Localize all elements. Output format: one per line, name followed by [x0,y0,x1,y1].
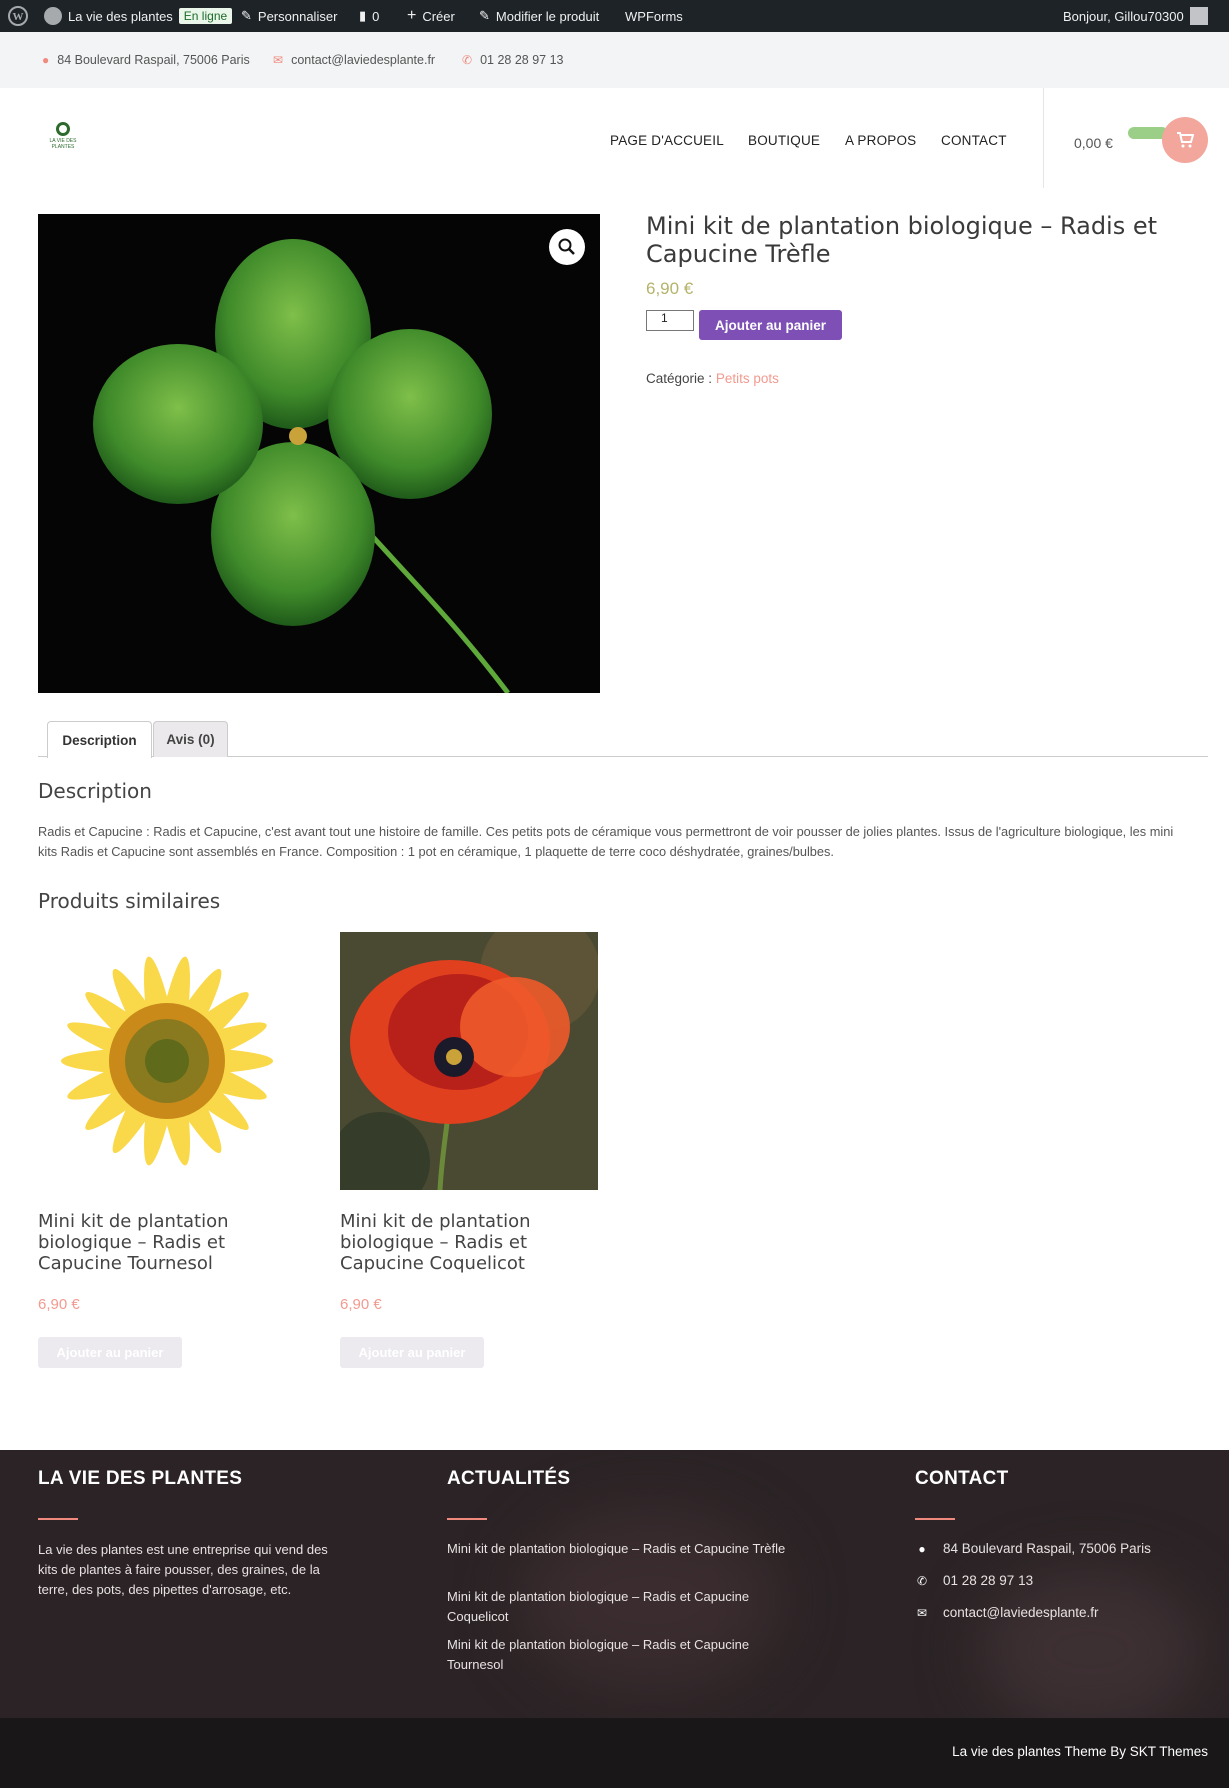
customize-link[interactable]: ✎ Personnaliser [241,0,337,32]
cart-total[interactable]: 0,00 € [1074,135,1113,151]
comments-link[interactable]: ▮ 0 [359,0,379,32]
tab-description[interactable]: Description [47,721,152,758]
related-heading: Produits similaires [38,889,221,913]
footer-news-heading: ACTUALITÉS [447,1468,571,1489]
avatar [1189,7,1208,25]
site-name: La vie des plantes [68,8,173,24]
brush-icon: ✎ [241,8,252,23]
user-menu[interactable]: Bonjour, Gillou70300 [1063,0,1208,32]
footer-news-link-3[interactable]: Mini kit de plantation biologique – Radi… [447,1635,797,1675]
plus-icon: + [407,7,417,24]
footer-news-link-1[interactable]: Mini kit de plantation biologique – Radi… [447,1539,797,1559]
magnifier-icon [558,238,575,255]
create-label: Créer [422,8,455,24]
admin-bar: W La vie des plantes En ligne ✎ Personna… [0,0,1229,32]
create-link[interactable]: + Créer [407,0,455,32]
site-name-link[interactable]: La vie des plantes En ligne [44,0,233,32]
map-marker-icon: ● [918,1541,926,1556]
footer-about-heading: LA VIE DES PLANTES [38,1468,243,1489]
email-text: contact@laviedesplante.fr [291,53,436,67]
comment-icon: ▮ [359,8,367,23]
top-info-bar: ● 84 Boulevard Raspail, 75006 Paris ✉ co… [0,32,1229,88]
dashboard-icon [44,7,62,25]
cart-button[interactable] [1162,117,1208,163]
related-image-poppy[interactable] [340,932,598,1190]
logo-text: LA VIE DES PLANTES [49,138,77,150]
description-heading: Description [38,779,152,803]
product-category: Catégorie : Petits pots [646,371,779,386]
shopping-cart-icon [1177,132,1194,148]
nav-home[interactable]: PAGE D'ACCUEIL [610,133,724,148]
category-label: Catégorie : [646,371,713,386]
footer-address: ● 84 Boulevard Raspail, 75006 Paris [915,1541,1151,1556]
top-email[interactable]: ✉ contact@laviedesplante.fr [273,32,435,88]
phone-text: 01 28 28 97 13 [480,53,564,67]
footer-news-link-2[interactable]: Mini kit de plantation biologique – Radi… [447,1587,797,1627]
nav-contact[interactable]: CONTACT [941,133,1007,148]
comments-count: 0 [372,8,380,24]
related-price-1: 6,90 € [38,1296,80,1313]
description-text: Radis et Capucine : Radis et Capucine, c… [38,824,1174,859]
add-to-cart-button[interactable]: Ajouter au panier [699,310,842,340]
product-image[interactable] [38,214,600,693]
footer-phone[interactable]: ✆ 01 28 28 97 13 [915,1573,1033,1588]
related-add-to-cart-1[interactable]: Ajouter au panier [38,1337,182,1368]
phone-icon: ✆ [916,1573,928,1588]
related-image-sunflower[interactable] [38,932,296,1190]
edit-product-link[interactable]: ✎ Modifier le produit [479,0,599,32]
related-title-1[interactable]: Mini kit de plantation biologique – Radi… [38,1211,288,1274]
related-title-2[interactable]: Mini kit de plantation biologique – Radi… [340,1211,590,1274]
address-text: 84 Boulevard Raspail, 75006 Paris [57,53,250,67]
tab-reviews[interactable]: Avis (0) [153,721,228,757]
svg-text:W: W [13,11,24,23]
footer-email[interactable]: ✉ contact@laviedesplante.fr [915,1605,1099,1620]
footer-about-text: La vie des plantes est une entreprise qu… [38,1542,328,1597]
product-title: Mini kit de plantation biologique – Radi… [646,212,1158,268]
envelope-icon: ✉ [916,1605,928,1620]
footer-heading-underline [447,1518,487,1520]
top-phone[interactable]: ✆ 01 28 28 97 13 [462,32,563,88]
wpforms-label: WPForms [625,8,683,24]
site-logo[interactable]: LA VIE DES PLANTES [46,122,80,158]
zoom-button[interactable] [549,229,585,265]
greeting: Bonjour, Gillou70300 [1063,8,1184,24]
wpforms-link[interactable]: WPForms [625,0,683,32]
category-link[interactable]: Petits pots [716,371,779,386]
related-add-to-cart-2[interactable]: Ajouter au panier [340,1337,484,1368]
footer-email-text: contact@laviedesplante.fr [943,1605,1099,1620]
footer-address-text: 84 Boulevard Raspail, 75006 Paris [943,1541,1151,1556]
footer-contact-heading: CONTACT [915,1468,1009,1489]
map-marker-icon: ● [42,53,50,67]
wordpress-logo-icon[interactable]: W [8,0,28,32]
customize-label: Personnaliser [257,8,338,24]
nav-about[interactable]: A PROPOS [845,133,916,148]
logo-mark-icon [56,122,70,136]
footer-heading-underline [915,1518,955,1520]
footer-phone-text: 01 28 28 97 13 [943,1573,1034,1588]
top-address: ● 84 Boulevard Raspail, 75006 Paris [42,32,250,88]
phone-icon: ✆ [462,53,473,67]
edit-product-label: Modifier le produit [495,8,600,24]
header-divider [1043,88,1044,188]
product-price: 6,90 € [646,279,694,298]
quantity-input[interactable]: 1 [646,310,694,331]
related-price-2: 6,90 € [340,1296,382,1313]
envelope-icon: ✉ [273,53,284,67]
nav-shop[interactable]: BOUTIQUE [748,133,820,148]
footer-heading-underline [38,1518,78,1520]
footer-background-blur [980,1570,1200,1718]
status-badge: En ligne [178,8,233,24]
footer-credit[interactable]: La vie des plantes Theme By SKT Themes [952,1744,1208,1759]
pencil-icon: ✎ [479,8,490,23]
